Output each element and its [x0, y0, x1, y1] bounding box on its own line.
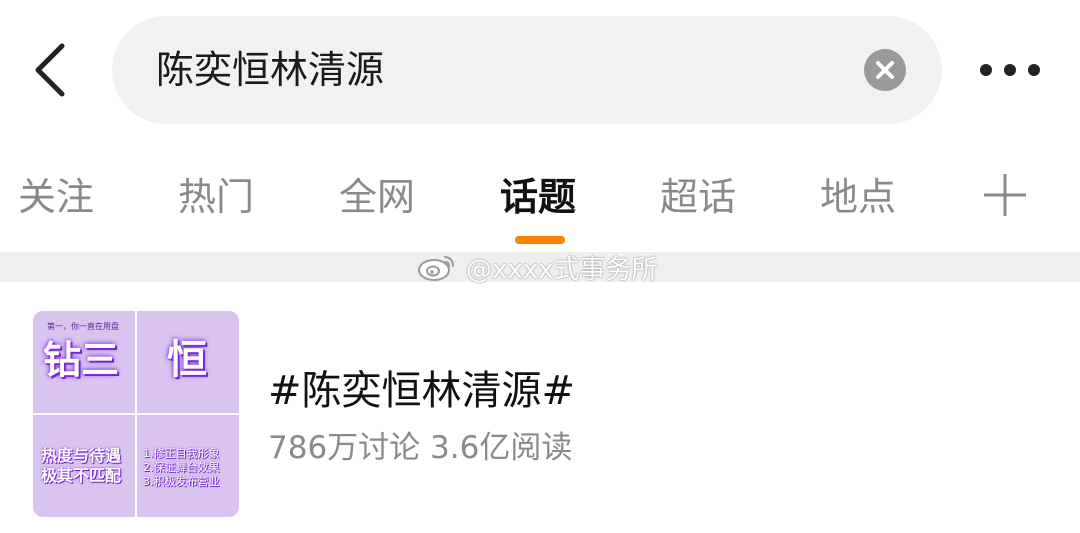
thumbnail-cell-2-text: 恒 [167, 337, 207, 383]
tab-topics[interactable]: 话题 [500, 172, 576, 222]
tab-places[interactable]: 地点 [820, 172, 896, 222]
search-input[interactable]: 陈奕恒林清源 [156, 44, 384, 96]
clear-search-button[interactable] [864, 49, 906, 91]
watermark: @xxxx式事务所 [416, 250, 658, 285]
watermark-text: @xxxx式事务所 [466, 254, 658, 285]
thumbnail-cell-2: 恒 [137, 311, 239, 413]
back-arrow-icon [35, 43, 65, 97]
topic-result-item[interactable]: 第一，你一直在用盘 钻三 恒 热度与待遇 极其不匹配 1.修正自我形象 2.保证… [0, 282, 1080, 533]
thumbnail-cell-1-header: 第一，你一直在用盘 [47, 322, 119, 331]
more-icon [980, 64, 1040, 76]
weibo-logo-icon [418, 256, 454, 281]
tab-follow[interactable]: 关注 [18, 172, 94, 222]
tab-super-topics[interactable]: 超话 [660, 172, 736, 222]
thumbnail-cell-3: 热度与待遇 极其不匹配 [33, 415, 135, 517]
thumbnail-cell-4-line3: 3.积极发布营业 [143, 475, 220, 488]
search-bar[interactable]: 陈奕恒林清源 [112, 16, 942, 124]
thumbnail-cell-3-line1: 热度与待遇 [41, 446, 122, 465]
plus-icon [984, 174, 1026, 216]
category-tabs: 关注 热门 全网 话题 超话 地点 [0, 150, 1080, 250]
topic-title: #陈奕恒林清源# [268, 368, 576, 414]
tab-hot[interactable]: 热门 [178, 172, 254, 222]
thumbnail-cell-1-text: 钻三 [43, 338, 120, 382]
add-tab-button[interactable] [978, 168, 1032, 222]
active-tab-indicator [515, 236, 565, 244]
clear-icon [876, 61, 894, 79]
tab-all-web[interactable]: 全网 [339, 172, 415, 222]
more-options-button[interactable] [972, 50, 1048, 90]
thumbnail-cell-4: 1.修正自我形象 2.保证舞台效果 3.积极发布营业 [137, 415, 239, 517]
thumbnail-cell-1: 第一，你一直在用盘 钻三 [33, 311, 135, 413]
topic-thumbnail: 第一，你一直在用盘 钻三 恒 热度与待遇 极其不匹配 1.修正自我形象 2.保证… [33, 311, 239, 517]
back-button[interactable] [28, 40, 78, 100]
thumbnail-cell-3-line2: 极其不匹配 [41, 466, 122, 485]
thumbnail-cell-4-line2: 2.保证舞台效果 [143, 461, 220, 474]
thumbnail-cell-4-line1: 1.修正自我形象 [143, 447, 220, 460]
topic-stats: 786万讨论 3.6亿阅读 [268, 430, 573, 466]
